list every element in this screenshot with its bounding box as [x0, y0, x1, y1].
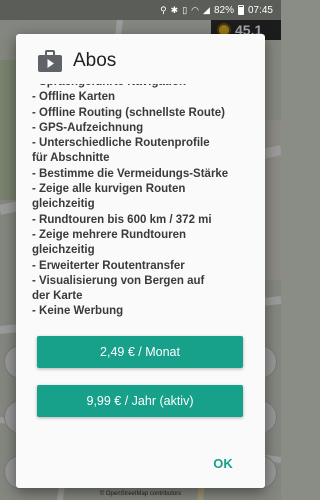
feature-item: - GPS-Aufzeichnung [32, 121, 144, 134]
battery-icon [237, 5, 244, 15]
feature-item: - Zeige alle kurvigen Routen [32, 183, 186, 196]
feature-item: gleichzeitig [32, 244, 95, 257]
monthly-subscription-button[interactable]: 2,49 € / Monat [37, 336, 243, 368]
feature-list: - Sprachgeführte Navigation- Offline Kar… [32, 84, 257, 320]
ok-button[interactable]: OK [203, 452, 243, 474]
feature-item: der Karte [32, 290, 83, 303]
feature-item: für Abschnitte [32, 152, 110, 165]
feature-list-scroll[interactable]: - Sprachgeführte Navigation- Offline Kar… [32, 84, 257, 324]
vibrate-icon: ▯ [182, 4, 188, 15]
wifi-icon: ◠ [191, 4, 200, 15]
signal-icon: ◢ [203, 4, 210, 15]
status-bar: ⚲ ✱ ▯ ◠ ◢ 82% 07:45 [0, 0, 281, 20]
feature-item: - Zeige mehrere Rundtouren [32, 228, 186, 241]
feature-item: - Rundtouren bis 600 km / 372 mi [32, 213, 212, 226]
feature-item: - Visualisierung von Bergen auf [32, 274, 205, 287]
shopping-bag-icon [38, 50, 62, 72]
feature-item: - Keine Werbung [32, 305, 124, 318]
feature-item: - Offline Routing (schnellste Route) [32, 106, 225, 119]
location-icon: ⚲ [160, 4, 167, 15]
clock: 07:45 [247, 4, 273, 16]
dialog-title: Abos [73, 50, 117, 71]
feature-item: - Unterschiedliche Routenprofile [32, 137, 210, 150]
battery-percent: 82% [213, 4, 234, 16]
feature-item: - Bestimme die Vermeidungs-Stärke [32, 167, 229, 180]
bluetooth-icon: ✱ [170, 4, 179, 15]
dialog-header: Abos [16, 34, 265, 88]
feature-item: - Offline Karten [32, 91, 116, 104]
subscriptions-dialog: Abos - Sprachgeführte Navigation- Offlin… [16, 34, 265, 488]
feature-item: - Erweiterter Routentransfer [32, 259, 185, 272]
feature-item: gleichzeitig [32, 198, 95, 211]
yearly-subscription-button[interactable]: 9,99 € / Jahr (aktiv) [37, 385, 243, 417]
